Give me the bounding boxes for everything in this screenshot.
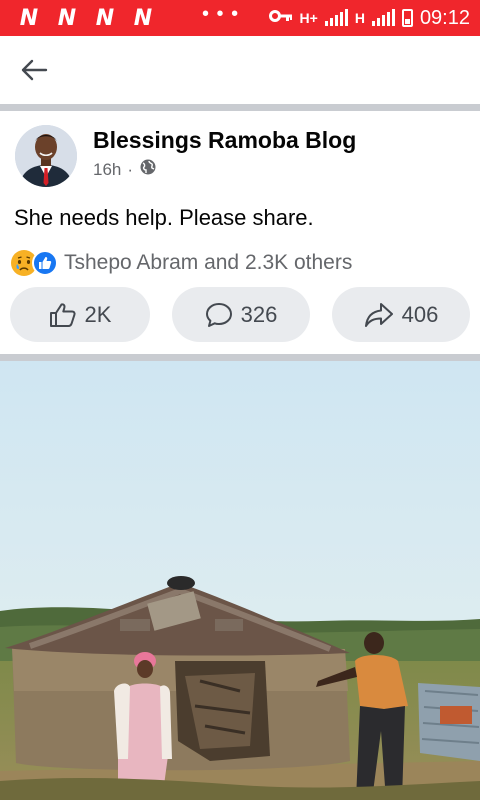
reactions-summary[interactable]: Tshepo Abram and 2.3K others [11,250,352,276]
top-bar [0,36,480,104]
like-button[interactable]: 2K [10,287,150,342]
divider [0,104,480,111]
post-author[interactable]: Blessings Ramoba Blog [93,127,356,154]
more-notifications-icon: • • • [202,2,240,25]
arrow-left-icon [21,59,48,81]
thumbs-up-icon [49,302,76,327]
divider [0,354,480,361]
avatar[interactable] [15,125,77,187]
globe-icon [139,158,157,181]
post-meta: 16h · [93,158,157,181]
like-count: 2K [84,301,112,327]
network-type-label: H [354,10,365,26]
notification-icon: N [95,5,115,31]
battery-icon [401,9,413,27]
post-card: Blessings Ramoba Blog 16h · She needs he… [0,111,480,361]
share-count: 406 [401,301,439,327]
post-actions: 2K 326 406 [0,287,480,343]
comment-button[interactable]: 326 [172,287,310,342]
comment-icon [205,302,232,327]
key-icon [268,8,293,28]
like-reaction-icon [32,250,58,276]
post-photo[interactable] [0,361,480,800]
comment-count: 326 [240,301,278,327]
meta-separator: · [127,159,134,179]
clock: 09:12 [419,6,470,29]
post-text: She needs help. Please share. [14,205,314,230]
share-icon [364,302,393,327]
back-button[interactable] [14,54,54,86]
network-type-label: H+ [299,10,318,26]
signal-icon [324,9,348,26]
share-button[interactable]: 406 [332,287,470,342]
notification-icon: N [133,5,153,31]
post-time[interactable]: 16h [93,160,121,180]
reactions-text: Tshepo Abram and 2.3K others [64,251,353,274]
notification-icon: N [19,5,39,31]
notification-icon: N [57,5,77,31]
status-bar: N N N N • • • H+ H 09:12 [0,0,480,36]
signal-icon [371,9,395,26]
